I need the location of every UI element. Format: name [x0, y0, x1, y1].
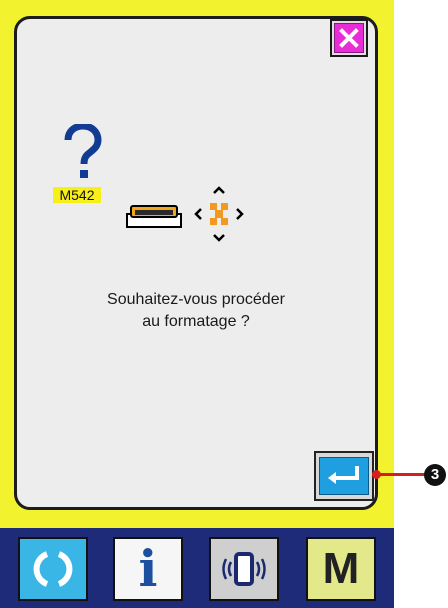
move-arrows-icon: [194, 186, 244, 242]
message-line-1: Souhaitez-vous procéder: [107, 291, 285, 308]
info-icon: i: [138, 539, 158, 598]
mode-button[interactable]: M: [306, 537, 376, 601]
reset-button[interactable]: [18, 537, 88, 601]
confirmation-dialog: [14, 16, 378, 510]
enter-icon: [328, 466, 359, 484]
callout-leader-line: [373, 473, 427, 476]
enter-button[interactable]: [314, 451, 374, 501]
mode-icon: M: [322, 544, 360, 593]
dialog-message: Souhaitez-vous procéder au formatage ?: [14, 289, 378, 333]
reset-icon: [33, 551, 73, 587]
panel-screen: M542 Souhaitez-vous procéder au formatag…: [0, 0, 394, 608]
communication-icon: [222, 552, 266, 586]
close-button[interactable]: [330, 19, 368, 57]
usb-media-icon: [126, 205, 182, 228]
communication-button[interactable]: [209, 537, 279, 601]
callout-leader-dot: [372, 470, 381, 479]
close-icon: [339, 28, 359, 48]
question-mark-icon: [64, 124, 102, 178]
information-button[interactable]: i: [113, 537, 183, 601]
message-code-badge: M542: [53, 187, 101, 203]
callout-number-marker: 3: [424, 464, 446, 486]
message-line-2: au formatage ?: [142, 313, 250, 330]
